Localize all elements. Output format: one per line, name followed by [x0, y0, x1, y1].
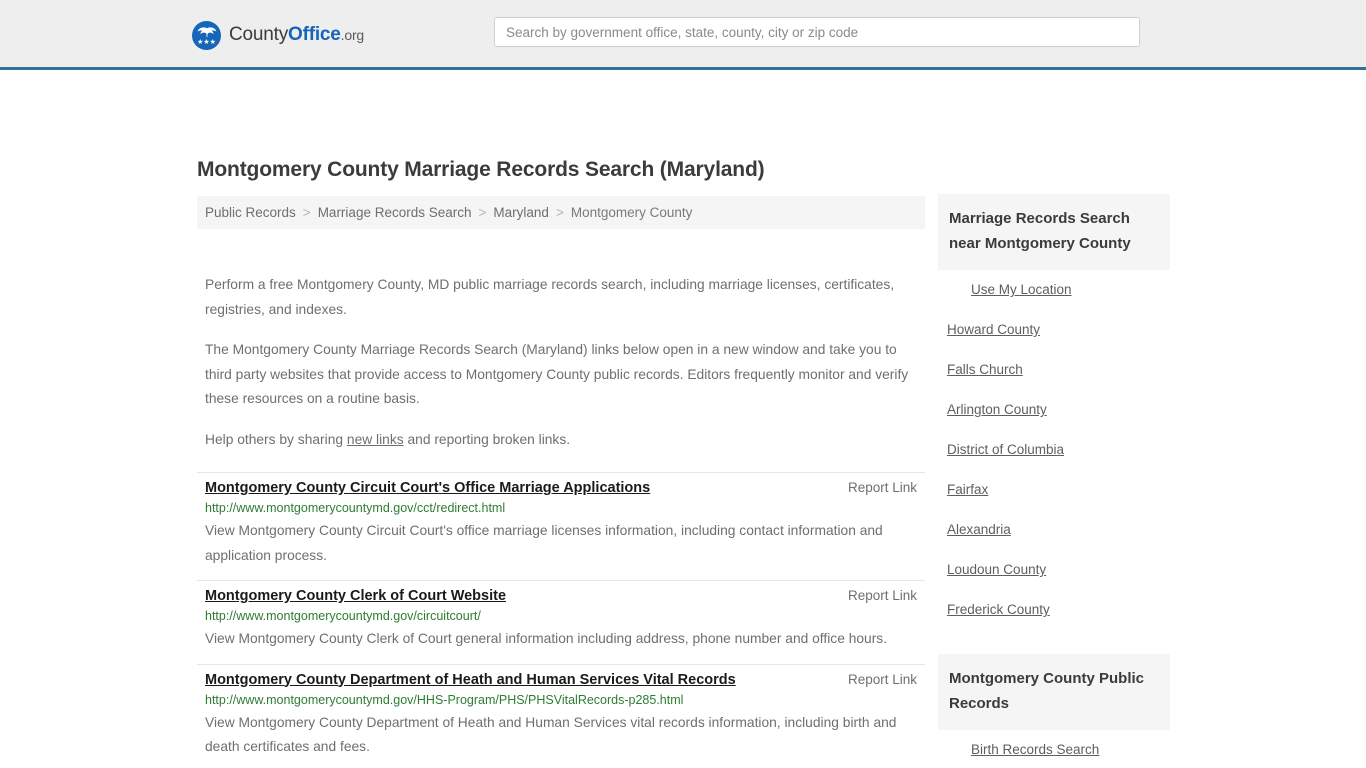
result-url-link[interactable]: http://www.montgomerycountymd.gov/cct/re… — [205, 500, 917, 516]
results-list: Montgomery County Circuit Court's Office… — [197, 472, 925, 768]
eagle-icon — [197, 26, 216, 38]
sidebar-panel-public-records: Montgomery County Public Records Birth R… — [938, 654, 1170, 768]
report-link-button[interactable]: Report Link — [848, 588, 917, 603]
breadcrumb: Public Records > Marriage Records Search… — [197, 196, 925, 229]
sidebar-link-list: Use My Location Howard County Falls Chur… — [938, 270, 1170, 630]
new-links-link[interactable]: new links — [347, 432, 404, 447]
result-title-link[interactable]: Montgomery County Circuit Court's Office… — [205, 480, 650, 496]
sidebar-item-alexandria[interactable]: Alexandria — [938, 510, 1170, 550]
main-content: Public Records > Marriage Records Search… — [197, 196, 925, 768]
sidebar-item-frederick-county[interactable]: Frederick County — [938, 590, 1170, 630]
result-url-link[interactable]: http://www.montgomerycountymd.gov/HHS-Pr… — [205, 692, 917, 708]
sidebar-item-loudoun-county[interactable]: Loudoun County — [938, 550, 1170, 590]
stars-glyph: ★★★ — [197, 38, 216, 46]
sidebar-panel-nearby: Marriage Records Search near Montgomery … — [938, 194, 1170, 630]
sidebar-link-list: Birth Records Search Death Records Searc… — [938, 730, 1170, 768]
sidebar-link-label[interactable]: Alexandria — [938, 510, 1170, 550]
result-description: View Montgomery County Department of Hea… — [205, 714, 897, 755]
intro-paragraph-1: Perform a free Montgomery County, MD pub… — [205, 277, 895, 317]
sidebar-link-label[interactable]: District of Columbia — [938, 430, 1170, 470]
sidebar-link-label[interactable]: Frederick County — [938, 590, 1170, 630]
result-url-link[interactable]: http://www.montgomerycountymd.gov/circui… — [205, 608, 917, 624]
intro-text-after-link: and reporting broken links. — [403, 431, 571, 447]
page-title: Montgomery County Marriage Records Searc… — [197, 158, 765, 181]
result-header: Montgomery County Department of Heath an… — [205, 672, 917, 688]
result-item: Montgomery County Department of Heath an… — [197, 665, 925, 768]
result-title-link[interactable]: Montgomery County Clerk of Court Website — [205, 588, 506, 604]
result-description: View Montgomery County Circuit Court's o… — [205, 523, 883, 563]
intro-paragraph-3: Help others by sharing new links and rep… — [205, 428, 917, 453]
sidebar-panel-heading: Montgomery County Public Records — [938, 654, 1170, 730]
sidebar-item-falls-church[interactable]: Falls Church — [938, 350, 1170, 390]
breadcrumb-separator: > — [555, 205, 564, 220]
sidebar-item-use-my-location[interactable]: Use My Location — [938, 270, 1170, 310]
sidebar: Marriage Records Search near Montgomery … — [938, 194, 1170, 768]
search-input[interactable] — [494, 17, 1140, 47]
sidebar-link-label[interactable]: Use My Location — [938, 270, 1170, 310]
site-logo[interactable]: ★★★ CountyOffice.org — [192, 19, 364, 51]
result-title-link[interactable]: Montgomery County Department of Heath an… — [205, 672, 736, 688]
breadcrumb-item-maryland[interactable]: Maryland — [493, 205, 549, 220]
logo-text-county: County — [229, 24, 289, 45]
result-item: Montgomery County Clerk of Court Website… — [197, 581, 925, 665]
sidebar-item-birth-records-search[interactable]: Birth Records Search — [938, 730, 1170, 768]
sidebar-link-label[interactable]: Howard County — [938, 310, 1170, 350]
sidebar-link-label[interactable]: Birth Records Search — [938, 730, 1170, 768]
sidebar-link-label[interactable]: Arlington County — [938, 390, 1170, 430]
intro-text-before-link: Help others by sharing — [205, 431, 347, 447]
sidebar-link-label[interactable]: Falls Church — [938, 350, 1170, 390]
site-header: ★★★ CountyOffice.org — [0, 0, 1366, 70]
sidebar-item-district-of-columbia[interactable]: District of Columbia — [938, 430, 1170, 470]
result-description: View Montgomery County Clerk of Court ge… — [205, 631, 888, 646]
breadcrumb-item-montgomery-county: Montgomery County — [570, 205, 693, 220]
report-link-button[interactable]: Report Link — [848, 672, 917, 687]
sidebar-item-howard-county[interactable]: Howard County — [938, 310, 1170, 350]
logo-text-org: .org — [340, 27, 365, 43]
result-header: Montgomery County Clerk of Court Website… — [205, 588, 917, 604]
sidebar-link-label[interactable]: Fairfax — [938, 470, 1170, 510]
logo-text-office: Office — [288, 24, 341, 45]
result-item: Montgomery County Circuit Court's Office… — [197, 472, 925, 581]
breadcrumb-separator: > — [302, 205, 311, 220]
sidebar-panel-heading: Marriage Records Search near Montgomery … — [938, 194, 1170, 270]
breadcrumb-item-public-records[interactable]: Public Records — [205, 205, 296, 220]
county-office-seal-icon: ★★★ — [192, 20, 221, 50]
intro-paragraph-2: The Montgomery County Marriage Records S… — [205, 342, 909, 406]
breadcrumb-item-marriage-records-search[interactable]: Marriage Records Search — [318, 205, 472, 220]
report-link-button[interactable]: Report Link — [848, 480, 917, 495]
breadcrumb-separator: > — [478, 205, 487, 220]
site-logo-text: CountyOffice.org — [229, 25, 364, 45]
intro-section: Perform a free Montgomery County, MD pub… — [197, 273, 925, 452]
result-header: Montgomery County Circuit Court's Office… — [205, 480, 917, 496]
sidebar-link-label[interactable]: Loudoun County — [938, 550, 1170, 590]
sidebar-item-arlington-county[interactable]: Arlington County — [938, 390, 1170, 430]
sidebar-item-fairfax[interactable]: Fairfax — [938, 470, 1170, 510]
